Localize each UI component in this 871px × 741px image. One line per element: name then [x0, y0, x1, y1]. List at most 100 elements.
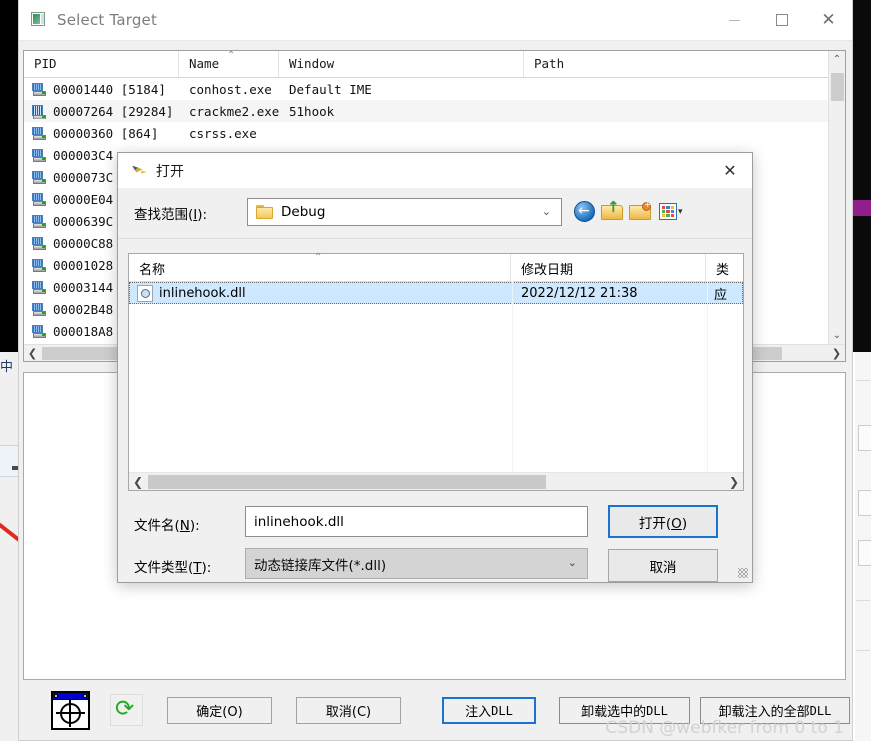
- background-right-tick: [856, 380, 870, 381]
- sort-ascending-icon: ⌃: [227, 50, 235, 61]
- table-row[interactable]: 00000360 [864]csrss.exe: [24, 122, 845, 144]
- inject-dll-label-mono: DLL: [491, 704, 513, 718]
- process-pid-text: 00002B48: [53, 302, 113, 317]
- table-row[interactable]: 00001440 [5184]conhost.exeDefault IME: [24, 78, 845, 100]
- column-header-name-label: Name: [189, 56, 219, 71]
- process-name-cell: csrss.exe: [179, 126, 279, 141]
- ok-button-label: 确定(O): [196, 701, 242, 720]
- file-list[interactable]: 名称 ⌃ 修改日期 类 inlinehook.dll2022/12/12 21:…: [128, 253, 744, 491]
- file-name-cell: inlinehook.dll: [129, 285, 511, 302]
- process-icon: [32, 215, 47, 228]
- back-icon[interactable]: ←: [573, 200, 597, 224]
- file-list-hscrollbar[interactable]: ❮ ❯: [129, 472, 743, 490]
- background-black-right: [853, 0, 871, 352]
- dialog-title: 打开: [156, 161, 184, 181]
- window-caption-buttons: ✕: [711, 0, 852, 40]
- refresh-icon: ⟳: [115, 698, 134, 721]
- process-pid-text: 000018A8: [53, 324, 113, 339]
- open-file-dialog: 打开 ✕ 查找范围(I): Debug ⌄ ← ↑: [117, 152, 753, 583]
- new-folder-icon[interactable]: [629, 200, 653, 224]
- dll-file-icon: [137, 285, 153, 302]
- process-pid-cell: 00001440 [5184]: [24, 82, 179, 97]
- process-icon: [32, 325, 47, 338]
- crosshair-target-picker[interactable]: [51, 691, 90, 730]
- screenshot-root: 中 闭 Select Target: [0, 0, 871, 741]
- folder-icon: [256, 205, 273, 219]
- process-window-cell: Default IME: [279, 82, 524, 97]
- scroll-left-icon[interactable]: ❮: [24, 345, 41, 362]
- page-title: Select Target: [57, 11, 157, 29]
- process-list-vscrollbar[interactable]: ⌃ ⌄: [828, 51, 845, 344]
- minimize-button[interactable]: [711, 0, 758, 40]
- column-header-name[interactable]: Name ⌃: [179, 51, 279, 77]
- dialog-toolbar: 查找范围(I): Debug ⌄ ← ↑: [118, 188, 752, 239]
- process-pid-text: 00001440 [5184]: [53, 82, 166, 97]
- file-column-header-modified[interactable]: 修改日期: [511, 254, 706, 281]
- process-pid-text: 0000073C: [53, 170, 113, 185]
- views-icon[interactable]: ▾: [658, 200, 682, 224]
- file-list-header: 名称 ⌃ 修改日期 类: [129, 254, 743, 282]
- maximize-icon: [776, 14, 788, 26]
- scroll-right-icon[interactable]: ❯: [725, 473, 743, 491]
- process-icon: [32, 237, 47, 250]
- refresh-button[interactable]: ⟳: [110, 694, 143, 726]
- background-purple-accent: [853, 200, 871, 216]
- close-icon: ✕: [723, 161, 736, 180]
- scroll-right-icon[interactable]: ❯: [828, 345, 845, 362]
- file-column-name-label: 名称: [139, 263, 165, 278]
- file-hscroll-thumb[interactable]: [148, 475, 546, 489]
- process-icon: [32, 259, 47, 272]
- column-header-pid[interactable]: PID: [24, 51, 179, 77]
- crosshair-titlebar-decor: [53, 693, 88, 700]
- file-column-header-type[interactable]: 类: [706, 254, 743, 281]
- column-header-path[interactable]: Path: [524, 51, 825, 77]
- file-type-label: 文件类型(T):: [134, 556, 211, 576]
- column-header-window[interactable]: Window: [279, 51, 524, 77]
- process-pid-text: 00007264 [29284]: [53, 104, 173, 119]
- process-window-cell: 51hook: [279, 104, 524, 119]
- cancel-button[interactable]: 取消(C): [296, 697, 401, 724]
- look-in-value: Debug: [281, 204, 325, 220]
- dialog-title-bar: 打开 ✕: [118, 153, 752, 188]
- chevron-down-icon[interactable]: ⌄: [542, 205, 551, 218]
- scroll-down-icon[interactable]: ⌄: [829, 327, 845, 344]
- window-title-bar: Select Target ✕: [19, 0, 852, 41]
- process-pid-text: 0000639C: [53, 214, 113, 229]
- up-folder-icon[interactable]: ↑: [601, 200, 625, 224]
- minimize-icon: [729, 20, 740, 21]
- process-pid-text: 000003C4: [53, 148, 113, 163]
- scroll-left-icon[interactable]: ❮: [129, 473, 147, 491]
- process-dense-icon: [32, 105, 47, 118]
- file-name-label: 文件名(N):: [134, 514, 200, 534]
- file-name-text: inlinehook.dll: [159, 286, 246, 301]
- chevron-down-icon: ⌄: [568, 556, 577, 569]
- process-icon: [32, 303, 47, 316]
- file-type-select[interactable]: 动态链接库文件(*.dll) ⌄: [245, 548, 588, 579]
- vscroll-thumb[interactable]: [831, 73, 844, 101]
- close-icon: ✕: [821, 12, 835, 29]
- file-column-divider: [707, 281, 708, 472]
- process-icon: [32, 127, 47, 140]
- file-name-input[interactable]: [245, 506, 588, 537]
- crosshair-vertical-line: [69, 700, 71, 727]
- table-row[interactable]: 00007264 [29284]crackme2.exe51hook: [24, 100, 845, 122]
- file-column-header-name[interactable]: 名称 ⌃: [129, 254, 511, 281]
- look-in-label: 查找范围(I):: [134, 203, 207, 223]
- process-icon: [32, 149, 47, 162]
- look-in-combobox[interactable]: Debug ⌄: [247, 198, 562, 226]
- open-button-label: 打开(O): [639, 512, 687, 532]
- background-cn-char: 中: [0, 356, 13, 375]
- dialog-close-button[interactable]: ✕: [708, 153, 752, 188]
- scroll-up-icon[interactable]: ⌃: [829, 51, 845, 68]
- dialog-cancel-button[interactable]: 取消: [608, 549, 718, 582]
- maximize-button[interactable]: [758, 0, 805, 40]
- inject-dll-button[interactable]: 注入DLL: [442, 697, 536, 724]
- close-button[interactable]: ✕: [805, 0, 852, 40]
- dialog-open-button[interactable]: 打开(O): [608, 505, 718, 538]
- file-type-cell: 应: [706, 284, 743, 303]
- list-item[interactable]: inlinehook.dll2022/12/12 21:38应: [129, 282, 743, 304]
- resize-grip[interactable]: [738, 568, 748, 578]
- process-pid-cell: 00000360 [864]: [24, 126, 179, 141]
- ok-button[interactable]: 确定(O): [167, 697, 272, 724]
- chevron-down-icon[interactable]: ▾: [678, 207, 683, 217]
